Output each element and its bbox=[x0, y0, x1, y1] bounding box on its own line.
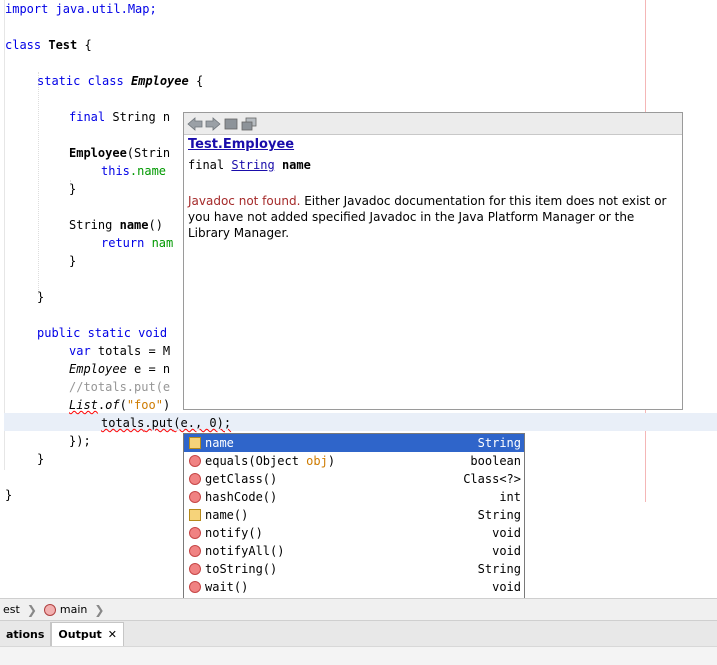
completion-item-label: toString() bbox=[205, 562, 278, 576]
javadoc-type-link[interactable]: String bbox=[231, 158, 274, 172]
completion-item[interactable]: equals(Object obj) boolean bbox=[184, 452, 524, 470]
breadcrumb-item-class[interactable]: est bbox=[0, 599, 23, 621]
completion-item-return-type: void bbox=[492, 526, 521, 540]
method-icon bbox=[189, 455, 201, 467]
code-line-15: //totals.put(e bbox=[69, 380, 171, 394]
output-panel bbox=[0, 646, 717, 665]
code-line-3: static class Employee { bbox=[37, 74, 204, 88]
completion-item-return-type: Class<?> bbox=[463, 472, 521, 486]
completion-item-return-type: String bbox=[477, 562, 521, 576]
javadoc-message: Javadoc not found. Either Javadoc docume… bbox=[188, 194, 667, 240]
tab-output[interactable]: Output ✕ bbox=[51, 622, 125, 646]
completion-item-label: name() bbox=[205, 508, 249, 522]
code-line-6: this.name bbox=[101, 164, 167, 178]
completion-item-label: getClass() bbox=[205, 472, 278, 486]
completion-item[interactable]: name String bbox=[184, 434, 524, 452]
chevron-right-icon: ❯ bbox=[26, 602, 37, 617]
completion-item-return-type: String bbox=[477, 436, 521, 450]
method-icon bbox=[189, 563, 201, 575]
forward-icon[interactable] bbox=[205, 116, 221, 132]
code-line-10: } bbox=[69, 254, 77, 268]
completion-item-label: notifyAll() bbox=[205, 544, 285, 558]
completion-item[interactable]: notifyAll() void bbox=[184, 542, 524, 560]
fold-gutter-line bbox=[4, 0, 5, 470]
method-icon bbox=[189, 473, 201, 485]
completion-item-return-type: String bbox=[477, 508, 521, 522]
completion-item[interactable]: hashCode() int bbox=[184, 488, 524, 506]
code-line-2: class Test { bbox=[5, 38, 92, 52]
code-line-16: List.of("foo") bbox=[69, 398, 171, 412]
completion-item-return-type: void bbox=[492, 544, 521, 558]
code-line-5: Employee(Strin bbox=[69, 146, 171, 160]
code-line-11: } bbox=[37, 290, 45, 304]
completion-item-label: notify() bbox=[205, 526, 263, 540]
method-icon bbox=[189, 581, 201, 593]
method-icon bbox=[189, 545, 201, 557]
javadoc-popup: Test.Employee final String name Javadoc … bbox=[183, 112, 683, 410]
code-line-1: import java.util.Map; bbox=[5, 2, 157, 16]
completion-item-return-type: boolean bbox=[470, 454, 521, 468]
code-line-20: } bbox=[5, 488, 13, 502]
code-line-8: String name() bbox=[69, 218, 163, 232]
completion-item[interactable]: toString() String bbox=[184, 560, 524, 578]
open-in-browser-icon[interactable] bbox=[241, 116, 257, 132]
code-line-9: return nam bbox=[101, 236, 174, 250]
code-line-17[interactable]: totals.put(e., 0); bbox=[101, 414, 231, 432]
code-line-19: } bbox=[37, 452, 45, 466]
indent-guide bbox=[38, 72, 39, 294]
completion-item[interactable]: wait() void bbox=[184, 578, 524, 596]
code-line-12: public static void bbox=[37, 326, 168, 340]
completion-item[interactable]: notify() void bbox=[184, 524, 524, 542]
chevron-right-icon: ❯ bbox=[94, 602, 105, 617]
method-icon bbox=[43, 603, 56, 616]
close-icon[interactable]: ✕ bbox=[108, 628, 117, 641]
breadcrumb-item-method[interactable]: main bbox=[41, 599, 90, 621]
completion-item-return-type: void bbox=[492, 580, 521, 594]
tab-notifications[interactable]: ations bbox=[0, 622, 52, 646]
code-line-18: }); bbox=[69, 434, 91, 448]
completion-item-label: equals(Object obj) bbox=[205, 454, 336, 468]
completion-item-label: wait() bbox=[205, 580, 249, 594]
field-icon bbox=[189, 437, 201, 449]
completion-item[interactable]: name() String bbox=[184, 506, 524, 524]
completion-item-label: name bbox=[205, 436, 234, 450]
completion-item-label: hashCode() bbox=[205, 490, 278, 504]
completion-item[interactable]: getClass() Class<?> bbox=[184, 470, 524, 488]
bottom-panel-tabs: ations Output ✕ bbox=[0, 620, 717, 646]
javadoc-signature: final String name bbox=[188, 158, 311, 172]
back-icon[interactable] bbox=[187, 116, 203, 132]
javadoc-toolbar bbox=[184, 113, 682, 135]
code-line-7: } bbox=[69, 182, 77, 196]
code-line-4: final String n bbox=[69, 110, 171, 124]
method-icon bbox=[189, 527, 201, 539]
code-line-13: var totals = M bbox=[69, 344, 171, 358]
completion-item-return-type: int bbox=[499, 490, 521, 504]
code-line-14: Employee e = n bbox=[69, 362, 171, 376]
breadcrumb: est ❯ main ❯ bbox=[0, 598, 717, 620]
method-field-icon bbox=[189, 509, 201, 521]
javadoc-title-link[interactable]: Test.Employee bbox=[188, 137, 678, 153]
method-icon bbox=[189, 491, 201, 503]
goto-source-icon[interactable] bbox=[223, 116, 239, 132]
